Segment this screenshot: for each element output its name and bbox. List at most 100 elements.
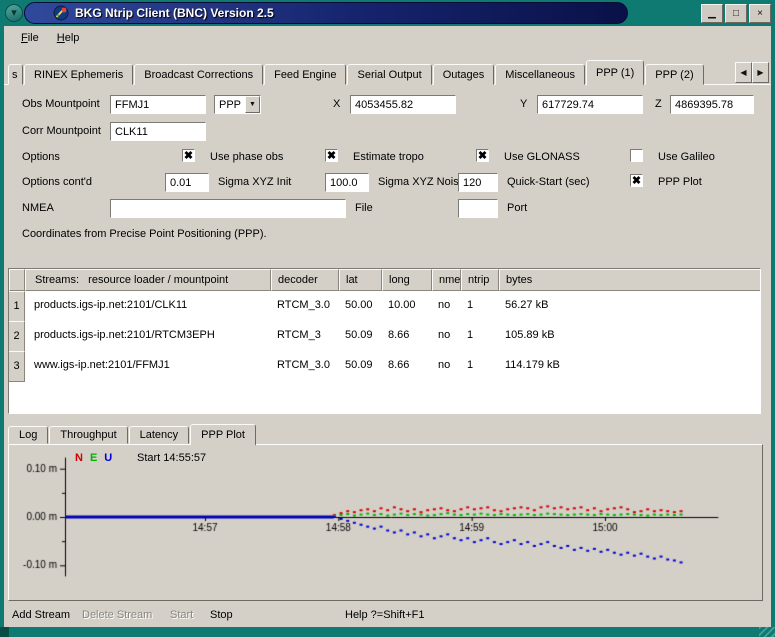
header-long: long	[382, 269, 432, 291]
maximize-icon: □	[733, 8, 739, 19]
table-row[interactable]: 1 products.igs-ip.net:2101/CLK11 RTCM_3.…	[9, 291, 760, 321]
options-label: Options	[22, 151, 60, 163]
cell-ntrip: 1	[461, 321, 499, 352]
header-streams: Streams: resource loader / mountpoint	[25, 269, 271, 291]
add-stream-button[interactable]: Add Stream	[12, 609, 70, 621]
streams-table-header: Streams: resource loader / mountpoint de…	[9, 269, 760, 291]
tab-outages[interactable]: Outages	[433, 64, 495, 85]
use-galileo-label: Use Galileo	[658, 151, 715, 163]
legend-up: U	[104, 452, 112, 464]
header-bytes: bytes	[499, 269, 760, 291]
plot-start-time: Start 14:55:57	[137, 452, 206, 464]
tab-feed-engine[interactable]: Feed Engine	[264, 64, 346, 85]
y-label: Y	[520, 98, 527, 110]
maximize-button[interactable]: □	[725, 4, 747, 23]
estimate-tropo-label: Estimate tropo	[353, 151, 424, 163]
nmea-label: NMEA	[22, 202, 54, 214]
header-corner-cell	[9, 269, 25, 291]
minimize-button[interactable]: ▁	[701, 4, 723, 23]
cell-nmea: no	[432, 291, 461, 322]
tab-latency[interactable]: Latency	[129, 426, 190, 444]
cell-mountpoint: www.igs-ip.net:2101/FFMJ1	[25, 351, 271, 382]
cell-lat: 50.09	[339, 351, 382, 382]
cell-nmea: no	[432, 351, 461, 382]
use-glonass-label: Use GLONASS	[504, 151, 580, 163]
tab-scroll-left-button[interactable]: ◀	[735, 62, 752, 83]
obs-mountpoint-label: Obs Mountpoint	[22, 98, 100, 110]
cell-decoder: RTCM_3	[271, 321, 339, 352]
delete-stream-button[interactable]: Delete Stream	[82, 609, 152, 621]
config-tabbar: s RINEX Ephemeris Broadcast Corrections …	[4, 58, 771, 85]
menu-help-mnemonic: H	[57, 32, 65, 44]
bnc-window: ▾ BKG Ntrip Client (BNC) Version 2.5 ▁ □…	[0, 0, 775, 637]
title-pill: BKG Ntrip Client (BNC) Version 2.5	[24, 2, 628, 24]
tab-broadcast-corrections[interactable]: Broadcast Corrections	[134, 64, 263, 85]
quick-start-input[interactable]	[458, 173, 498, 192]
table-row[interactable]: 2 products.igs-ip.net:2101/RTCM3EPH RTCM…	[9, 321, 760, 351]
use-galileo-checkbox[interactable]	[630, 149, 643, 162]
cell-decoder: RTCM_3.0	[271, 351, 339, 382]
tab-ppp-plot[interactable]: PPP Plot	[190, 424, 256, 446]
output-tabbar: Log Throughput Latency PPP Plot	[4, 422, 771, 444]
window-controls: ▁ □ ×	[701, 4, 771, 23]
menu-help-rest: elp	[65, 32, 80, 44]
chevron-left-icon: ◀	[740, 68, 746, 77]
use-glonass-checkbox[interactable]: ✖	[476, 149, 489, 162]
menu-file-mnemonic: F	[21, 32, 28, 44]
nmea-port-input[interactable]	[458, 199, 498, 218]
titlebar[interactable]: ▾ BKG Ntrip Client (BNC) Version 2.5 ▁ □…	[0, 0, 775, 26]
sysmenu-arrow-icon: ▾	[11, 7, 17, 19]
cell-bytes: 105.89 kB	[499, 321, 760, 352]
system-menu-button[interactable]: ▾	[5, 4, 23, 22]
start-button[interactable]: Start	[170, 609, 193, 621]
quick-start-label: Quick-Start (sec)	[507, 176, 590, 188]
sigma-xyz-init-input[interactable]	[165, 173, 209, 192]
tab-scroll-right-button[interactable]: ▶	[752, 62, 769, 83]
streams-table: Streams: resource loader / mountpoint de…	[8, 268, 761, 414]
tab-throughput[interactable]: Throughput	[49, 426, 127, 444]
bottom-left-corner	[0, 627, 9, 637]
ppp-mode-combobox[interactable]: PPP ▼	[214, 95, 261, 114]
use-phase-obs-checkbox[interactable]: ✖	[182, 149, 195, 162]
chevron-right-icon: ▶	[757, 68, 763, 77]
stop-button[interactable]: Stop	[210, 609, 233, 621]
tab-truncated[interactable]: s	[8, 64, 23, 85]
ppp-plot-label: PPP Plot	[658, 176, 702, 188]
x-coordinate-input[interactable]	[350, 95, 456, 114]
ppp-plot-checkbox[interactable]: ✖	[630, 174, 643, 187]
cell-long: 8.66	[382, 321, 432, 352]
table-row[interactable]: 3 www.igs-ip.net:2101/FFMJ1 RTCM_3.0 50.…	[9, 351, 760, 381]
tab-serial-output[interactable]: Serial Output	[347, 64, 431, 85]
tab-log[interactable]: Log	[8, 426, 48, 444]
row-number: 2	[9, 321, 25, 352]
obs-mountpoint-input[interactable]	[110, 95, 206, 114]
header-lat: lat	[339, 269, 382, 291]
estimate-tropo-checkbox[interactable]: ✖	[325, 149, 338, 162]
cell-long: 10.00	[382, 291, 432, 322]
sigma-xyz-noise-input[interactable]	[325, 173, 369, 192]
tab-ppp-1[interactable]: PPP (1)	[586, 60, 644, 86]
help-hint-text: Help ?=Shift+F1	[345, 609, 425, 621]
menu-help[interactable]: Help	[48, 29, 89, 47]
close-button[interactable]: ×	[749, 4, 771, 23]
combo-arrow-icon: ▼	[245, 96, 260, 113]
cell-mountpoint: products.igs-ip.net:2101/CLK11	[25, 291, 271, 322]
nmea-port-label: Port	[507, 202, 527, 214]
menu-file[interactable]: File	[12, 29, 48, 47]
close-icon: ×	[757, 8, 763, 19]
tab-miscellaneous[interactable]: Miscellaneous	[495, 64, 585, 85]
cell-lat: 50.00	[339, 291, 382, 322]
plot-legend: N E U	[75, 452, 112, 464]
z-coordinate-input[interactable]	[670, 95, 754, 114]
tab-ppp-2[interactable]: PPP (2)	[645, 64, 703, 85]
ppp-plot-panel: N E U Start 14:55:57	[8, 444, 763, 601]
corr-mountpoint-input[interactable]	[110, 122, 206, 141]
legend-north: N	[75, 452, 83, 464]
use-phase-obs-label: Use phase obs	[210, 151, 283, 163]
cell-long: 8.66	[382, 351, 432, 382]
corr-mountpoint-label: Corr Mountpoint	[22, 125, 101, 137]
resize-grip[interactable]	[759, 627, 775, 637]
nmea-file-input[interactable]	[110, 199, 346, 218]
tab-rinex-ephemeris[interactable]: RINEX Ephemeris	[24, 64, 133, 85]
y-coordinate-input[interactable]	[537, 95, 643, 114]
